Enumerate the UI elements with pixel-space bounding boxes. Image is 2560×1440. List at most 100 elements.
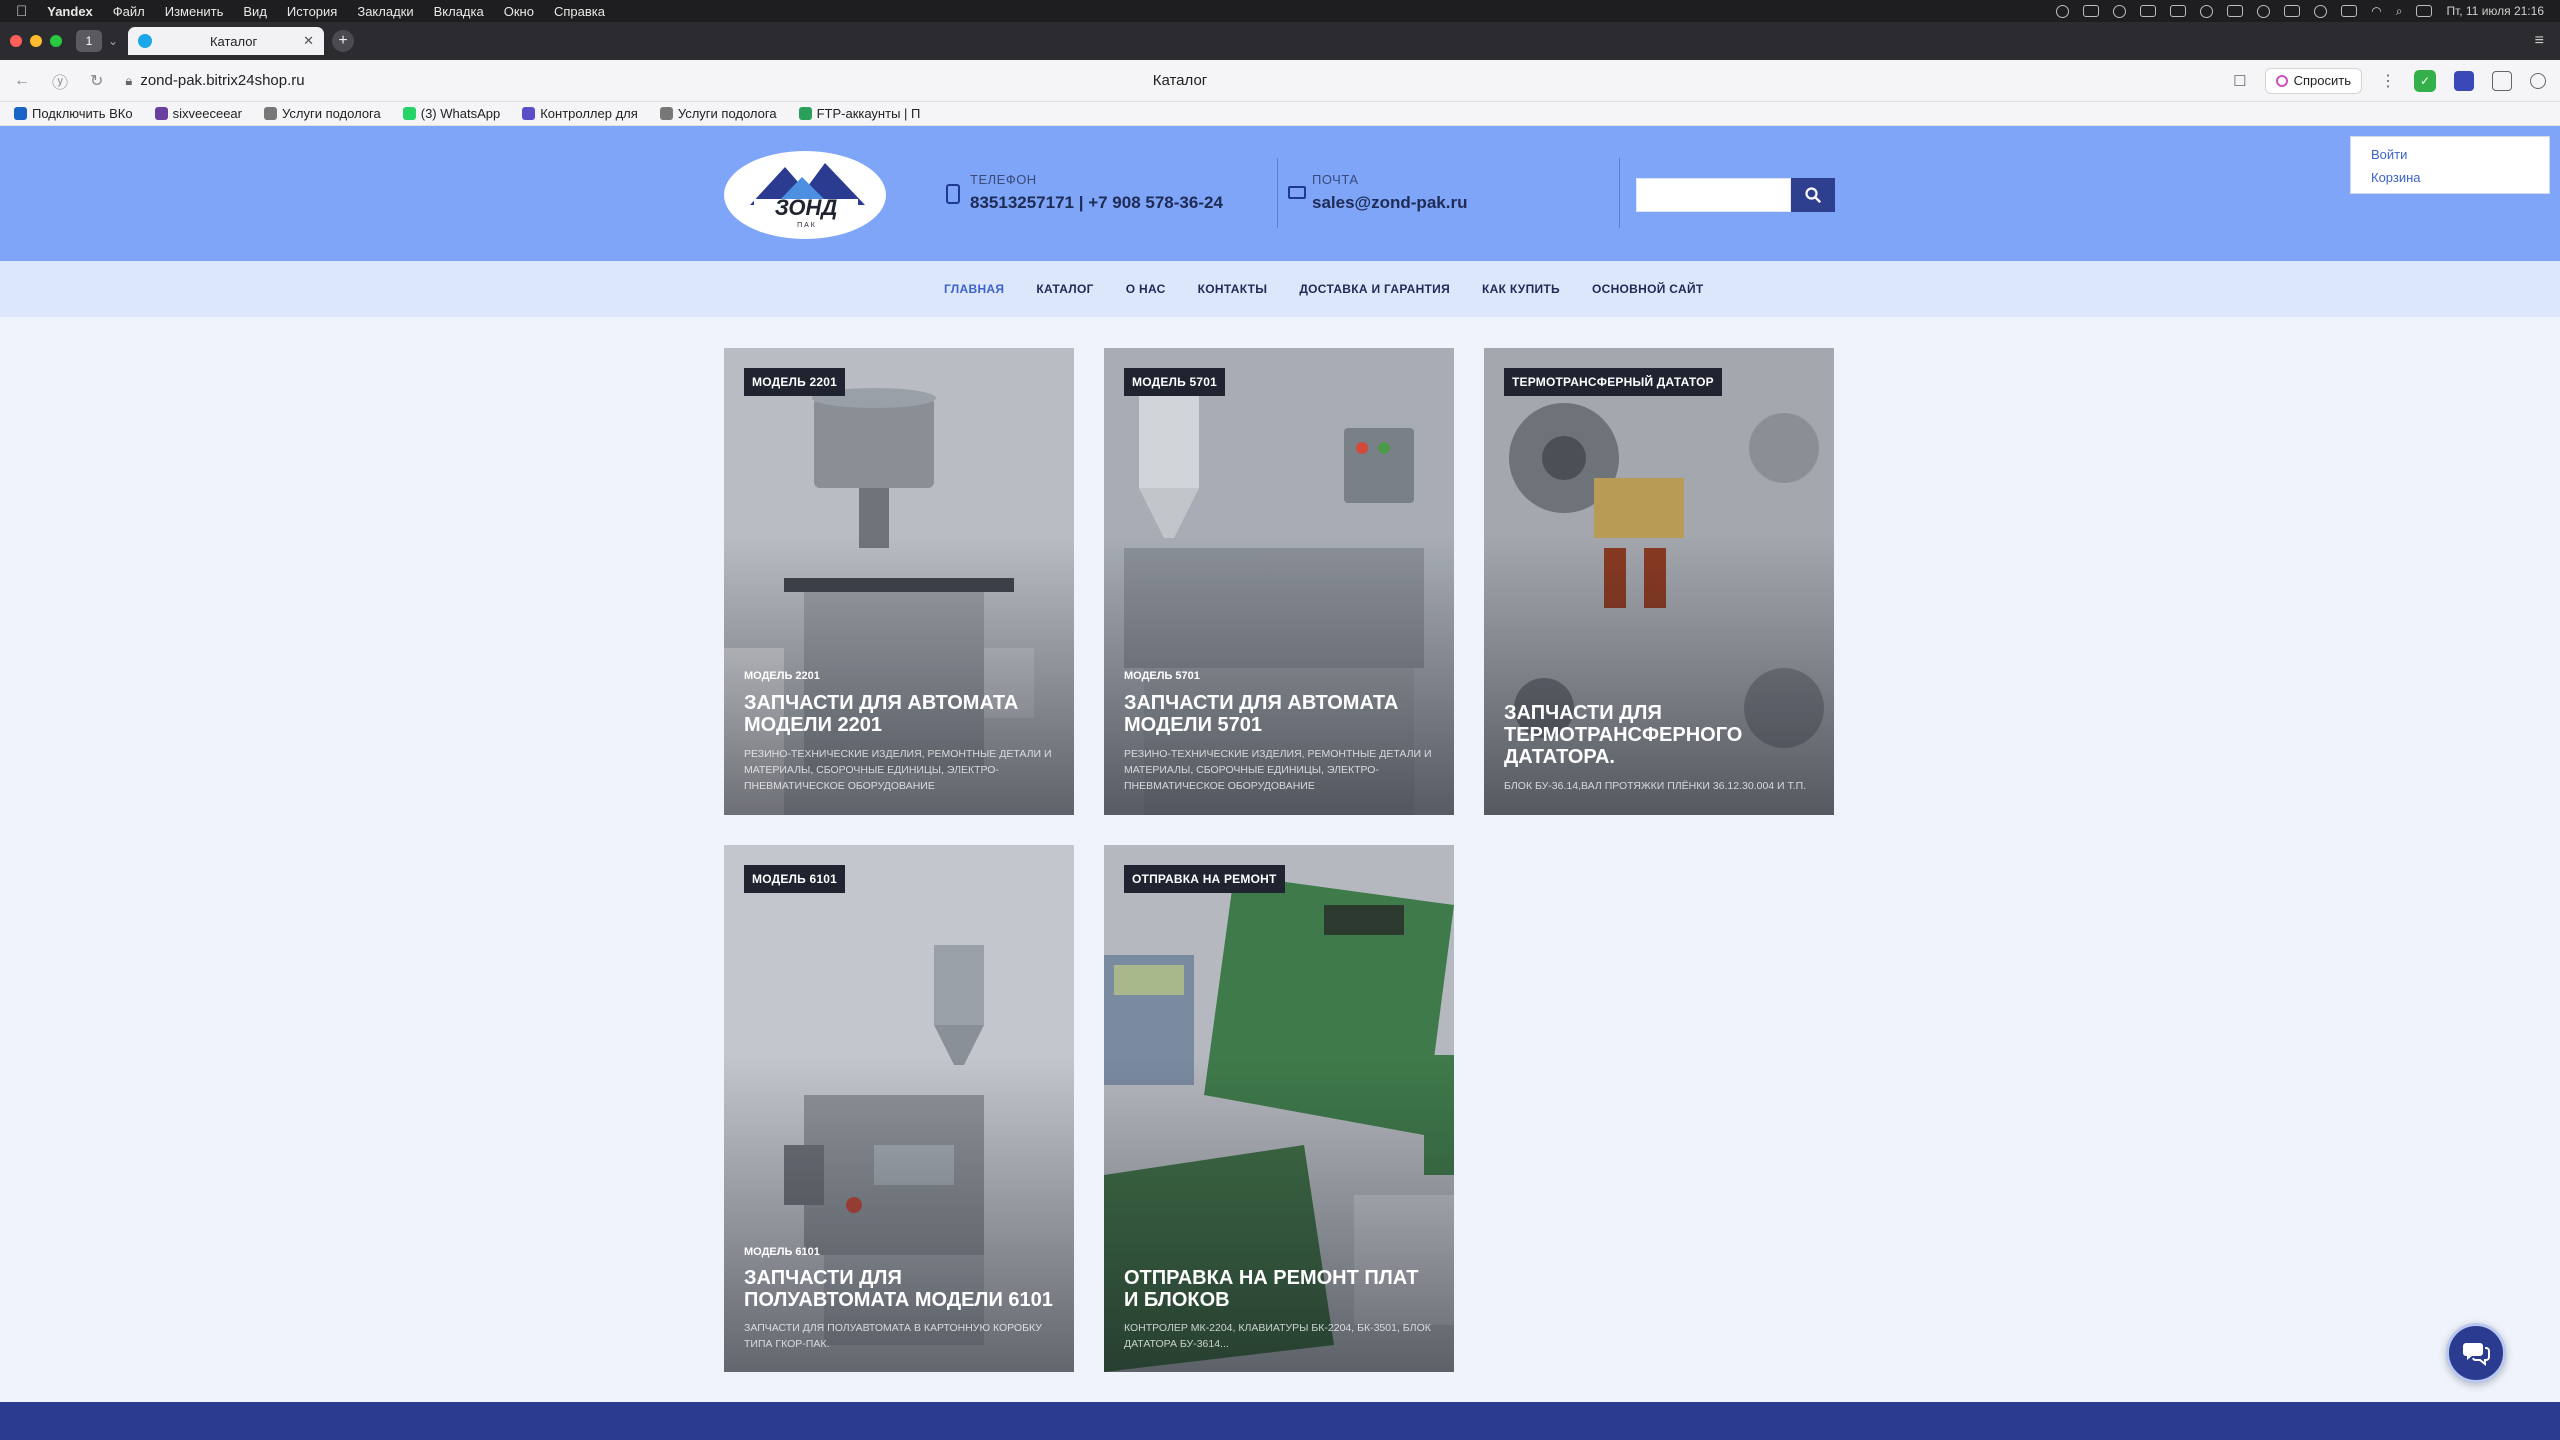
menu-edit[interactable]: Изменить [165,4,224,19]
browser-tab-active[interactable]: Каталог ✕ [128,27,325,55]
cart-link[interactable]: Корзина [2371,170,2529,185]
catalog-card-repair[interactable]: ОТПРАВКА НА РЕМОНТ ОТПРАВКА НА РЕМОНТ ПЛ… [1104,845,1454,1372]
downloads-icon[interactable] [2530,72,2546,89]
card-badge: МОДЕЛЬ 5701 [1124,368,1225,396]
status-icon[interactable] [2314,4,2328,18]
card-description: РЕЗИНО-ТЕХНИЧЕСКИЕ ИЗДЕЛИЯ, РЕМОНТНЫЕ ДЕ… [744,748,1052,792]
nav-item[interactable]: КОНТАКТЫ [1198,282,1268,296]
bookmark-item[interactable]: (3) WhatsApp [402,106,500,121]
catalog-card-thermal-dater[interactable]: ТЕРМОТРАНСФЕРНЫЙ ДАТАТОР ЗАПЧАСТИ ДЛЯ ТЕ… [1484,348,1834,815]
phone-value[interactable]: 83513257171 | +7 908 578-36-24 [970,193,1223,213]
card-badge: ТЕРМОТРАНСФЕРНЫЙ ДАТАТОР [1504,368,1722,396]
collections-icon[interactable] [2492,70,2512,91]
favicon-icon [138,34,153,48]
site-nav: ГЛАВНАЯ КАТАЛОГ О НАС КОНТАКТЫ ДОСТАВКА И ГА… [0,261,2560,317]
card-title[interactable]: ЗАПЧАСТИ ДЛЯ АВТОМАТА МОДЕЛИ 5701 [1124,692,1434,736]
tab-counter[interactable]: 1 [76,30,102,52]
bookmark-icon[interactable]: ☐ [2233,72,2246,90]
status-icon[interactable] [2056,4,2070,18]
search-icon[interactable]: ⌕ [2396,4,2403,19]
status-icon[interactable] [2284,5,2301,17]
close-tab-icon[interactable]: ✕ [303,33,314,49]
back-arrow-icon[interactable]: ← [14,72,30,90]
card-title[interactable]: ЗАПЧАСТИ ДЛЯ АВТОМАТА МОДЕЛИ 2201 [744,692,1054,736]
browser-tab-strip: 1 ⌄ Каталог ✕ + ≡ [0,22,2560,60]
tab-title: Каталог [209,33,258,49]
nav-item[interactable]: КАТАЛОГ [1036,282,1093,296]
nav-item[interactable]: ОСНОВНОЙ САЙТ [1592,282,1704,296]
card-description: ЗАПЧАСТИ ДЛЯ ПОЛУАВТОМАТА В КАРТОННУЮ КО… [744,1322,1042,1350]
new-tab-button[interactable]: + [332,30,355,52]
site-search-input[interactable] [1636,178,1791,212]
status-icon[interactable] [2227,5,2244,17]
control-center-icon[interactable] [2416,5,2433,17]
bookmark-favicon-icon [263,107,277,120]
lock-icon[interactable]: 🔒︎ [125,73,132,89]
browser-menu-icon[interactable]: ≡ [2535,32,2544,50]
status-icon[interactable] [2140,5,2157,17]
card-badge: ОТПРАВКА НА РЕМОНТ [1124,865,1285,893]
menu-history[interactable]: История [287,4,337,19]
menu-app-name[interactable]: Yandex [47,4,93,19]
bookmark-item[interactable]: Услуги подолога [263,106,381,121]
card-badge: МОДЕЛЬ 6101 [744,865,845,893]
card-title[interactable]: ЗАПЧАСТИ ДЛЯ ПОЛУАВТОМАТА МОДЕЛИ 6101 [744,1267,1054,1311]
phone-label: ТЕЛЕФОН [970,172,1037,187]
nav-item[interactable]: ДОСТАВКА И ГАРАНТИЯ [1299,282,1450,296]
wifi-icon[interactable]: ◠ [2371,4,2381,18]
phone-block: ТЕЛЕФОН 83513257171 | +7 908 578-36-24 [946,172,1223,213]
bookmark-favicon-icon [798,107,812,120]
yandex-home-icon[interactable]: ⓨ [52,69,68,93]
mail-icon [1288,186,1306,199]
chat-widget-button[interactable] [2446,1323,2506,1383]
nav-item[interactable]: КАК КУПИТЬ [1482,282,1560,296]
zoom-window-button[interactable] [50,35,62,47]
site-logo[interactable]: ЗОНД П А К [724,151,886,239]
login-link[interactable]: Войти [2371,147,2529,162]
status-icon[interactable] [2200,4,2214,18]
chevron-down-icon[interactable]: ⌄ [108,34,118,48]
phone-icon [946,184,960,204]
apple-icon[interactable]:  [16,3,27,20]
minimize-window-button[interactable] [30,35,42,47]
bookmark-label: Услуги подолога [677,106,777,121]
clock-datetime[interactable]: Пт, 11 июля 21:16 [2446,4,2544,18]
card-shade [1484,534,1834,815]
card-title[interactable]: ОТПРАВКА НА РЕМОНТ ПЛАТ И БЛОКОВ [1124,1267,1434,1311]
close-window-button[interactable] [10,35,22,47]
bookmark-item[interactable]: sixveeceear [154,106,242,121]
status-icon[interactable] [2170,5,2187,17]
catalog-card-2201[interactable]: МОДЕЛЬ 2201 МОДЕЛЬ 2201 ЗАПЧАСТИ ДЛЯ АВТ… [724,348,1074,815]
menu-window[interactable]: Окно [504,4,534,19]
status-icon[interactable] [2083,5,2100,17]
email-value[interactable]: sales@zond-pak.ru [1312,193,1467,213]
card-subtitle: МОДЕЛЬ 6101 [744,1246,820,1258]
bookmark-item[interactable]: FTP-аккаунты | П [798,106,920,121]
catalog-card-6101[interactable]: МОДЕЛЬ 6101 МОДЕЛЬ 6101 ЗАПЧАСТИ ДЛЯ ПОЛ… [724,845,1074,1372]
keyboard-layout-icon[interactable] [2341,5,2358,17]
bookmark-favicon-icon [14,107,27,120]
bookmark-label: Услуги подолога [281,106,381,121]
url-field[interactable]: zond-pak.bitrix24shop.ru [140,72,304,89]
menu-bookmarks[interactable]: Закладки [357,4,413,19]
site-search-button[interactable] [1791,178,1835,212]
bluetooth-icon[interactable] [2113,4,2127,18]
menu-help[interactable]: Справка [554,4,605,19]
menu-view[interactable]: Вид [243,4,267,19]
catalog-card-5701[interactable]: МОДЕЛЬ 5701 МОДЕЛЬ 5701 ЗАПЧАСТИ ДЛЯ АВТ… [1104,348,1454,815]
more-icon[interactable]: ⋮ [2380,71,2396,91]
bookmark-item[interactable]: Услуги подолога [659,106,777,121]
protect-shield-icon[interactable]: ✓ [2414,69,2436,92]
bookmark-item[interactable]: Подключить ВКо [14,106,133,121]
card-subtitle: МОДЕЛЬ 5701 [1124,670,1200,682]
extension-icon[interactable] [2454,70,2474,91]
bookmark-item[interactable]: Контроллер для [522,106,638,121]
card-title[interactable]: ЗАПЧАСТИ ДЛЯ ТЕРМОТРАНСФЕРНОГО ДАТАТОРА. [1504,702,1814,768]
ask-button[interactable]: Спросить [2264,67,2362,94]
reload-icon[interactable]: ↻ [90,71,103,91]
nav-item[interactable]: ГЛАВНАЯ [944,282,1004,296]
menu-file[interactable]: Файл [113,4,145,19]
headphones-icon[interactable] [2257,4,2271,18]
menu-tab[interactable]: Вкладка [434,4,484,19]
nav-item[interactable]: О НАС [1126,282,1166,296]
